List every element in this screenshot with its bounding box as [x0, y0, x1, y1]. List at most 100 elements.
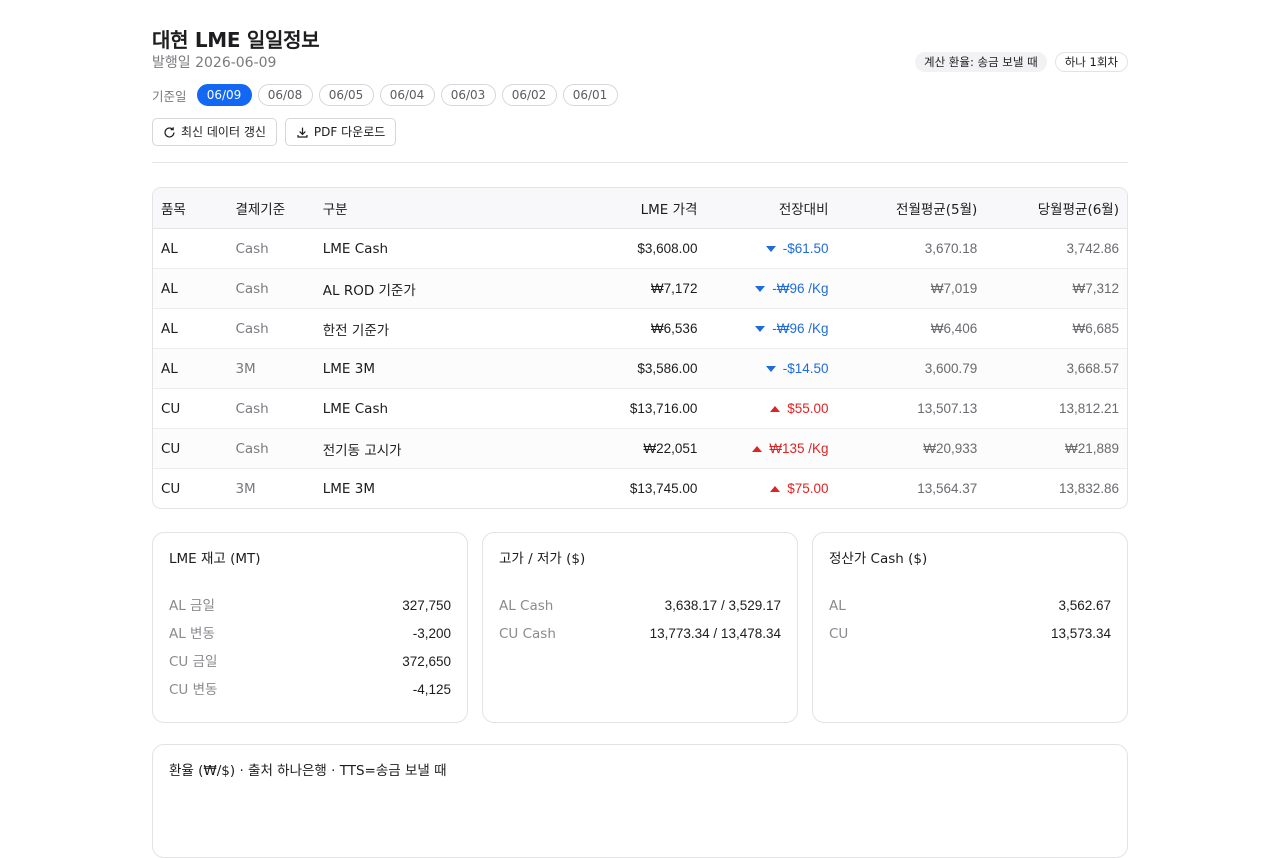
issue-date-line: 발행일 2026-06-09	[152, 52, 276, 72]
fx-round-badge: 하나 1회차	[1054, 52, 1128, 72]
cell-change: ₩135 /Kg	[697, 428, 837, 469]
card-row-label: AL Cash	[499, 598, 554, 614]
cell-type: LME Cash	[322, 388, 516, 429]
card-row: CU 13,573.34	[829, 620, 1111, 648]
cell-lme-price: $3,608.00	[515, 228, 698, 269]
card-row-label: CU 변동	[169, 682, 218, 698]
date-chip[interactable]: 06/03	[440, 84, 496, 106]
card-row: AL 3,562.67	[829, 592, 1111, 620]
card-row-value: -3,200	[412, 626, 451, 641]
col-type: 구분	[322, 188, 516, 229]
table-row: CU Cash LME Cash $13,716.00 $55.00 13,507.13 1…	[153, 388, 1127, 429]
table-row: AL Cash 한전 기준가 ₩6,536 -₩96 /Kg ₩6,406 ₩6,685	[153, 308, 1127, 349]
col-lme-price: LME 가격	[515, 188, 698, 229]
date-chip[interactable]: 06/05	[318, 84, 374, 106]
cell-item: AL	[153, 228, 236, 269]
high-low-card: 고가 / 저가 ($) AL Cash 3,638.17 / 3,529.17 C…	[482, 532, 798, 723]
cell-change: -₩96 /Kg	[697, 308, 837, 349]
cell-change-value: $55.00	[787, 401, 829, 416]
col-change: 전장대비	[697, 188, 837, 229]
date-selector-label: 기준일	[152, 88, 187, 104]
card-row-value: 13,773.34 / 13,478.34	[649, 626, 781, 641]
card-title: LME 재고 (MT)	[169, 551, 261, 567]
card-row-value: 327,750	[402, 598, 451, 613]
card-row: AL Cash 3,638.17 / 3,529.17	[499, 592, 781, 620]
cell-prev-avg: 13,507.13	[836, 388, 978, 429]
card-title: 고가 / 저가 ($)	[499, 551, 586, 567]
cell-lme-price: ₩7,172	[515, 268, 698, 309]
date-chip[interactable]: 06/01	[562, 84, 618, 106]
fx-basis-badge: 계산 환율: 송금 보낼 때	[914, 52, 1047, 72]
cell-lme-price: ₩22,051	[515, 428, 698, 469]
cell-cur-avg: 13,812.21	[977, 388, 1127, 429]
refresh-button[interactable]: 최신 데이터 갱신	[152, 118, 277, 146]
cell-basis: 3M	[235, 348, 323, 389]
card-row-value: 3,562.67	[1058, 598, 1111, 613]
badge-group: 계산 환율: 송금 보낼 때 하나 1회차	[914, 52, 1128, 72]
cell-prev-avg: ₩6,406	[836, 308, 978, 349]
cell-type: LME Cash	[322, 228, 516, 269]
cell-change: -$61.50	[697, 228, 837, 269]
cell-cur-avg: ₩21,889	[977, 428, 1127, 469]
cell-change: $75.00	[697, 469, 836, 509]
col-prev-avg: 전월평균(5월)	[836, 188, 978, 229]
card-row-label: AL	[829, 598, 846, 614]
card-row: AL 금일 327,750	[169, 592, 451, 620]
inventory-card: LME 재고 (MT) AL 금일 327,750 AL 변동 -3,200 CU …	[152, 532, 468, 723]
cell-change: -₩96 /Kg	[697, 268, 837, 309]
card-row-label: AL 변동	[169, 626, 215, 642]
table-row: AL 3M LME 3M $3,586.00 -$14.50 3,600.79 3,668.…	[153, 348, 1127, 389]
cell-change-value: -$61.50	[782, 241, 829, 256]
cell-cur-avg: ₩7,312	[977, 268, 1127, 309]
col-cur-avg: 당월평균(6월)	[977, 188, 1127, 229]
cell-type: AL ROD 기준가	[322, 268, 516, 309]
card-row-value: -4,125	[412, 682, 451, 697]
table-header-row: 품목 결제기준 구분 LME 가격 전장대비 전월평균(5월) 당월평균(6월)	[153, 188, 1127, 229]
cell-lme-price: $13,716.00	[515, 388, 698, 429]
header-divider	[152, 162, 1128, 163]
cell-basis: Cash	[235, 308, 323, 349]
page-title: 대현 LME 일일정보	[152, 28, 320, 52]
settlement-card: 정산가 Cash ($) AL 3,562.67 CU 13,573.34	[812, 532, 1128, 723]
cell-change-value: ₩135 /Kg	[769, 441, 829, 456]
date-selector: 기준일 06/09 06/08 06/05 06/04 06/03 06/02 …	[152, 84, 618, 106]
refresh-button-label: 최신 데이터 갱신	[181, 125, 266, 139]
triangle-down-icon	[765, 366, 776, 373]
date-chip[interactable]: 06/02	[501, 84, 557, 106]
cell-lme-price: $3,586.00	[515, 348, 698, 389]
cell-basis: Cash	[235, 428, 323, 469]
action-bar: 최신 데이터 갱신 PDF 다운로드	[152, 118, 397, 146]
cell-type: 전기동 고시가	[322, 428, 516, 469]
download-icon	[297, 127, 308, 138]
date-chip[interactable]: 06/04	[379, 84, 435, 106]
cell-change-value: $75.00	[787, 481, 829, 496]
issue-date: 2026-06-09	[195, 55, 277, 71]
col-item: 품목	[153, 188, 236, 229]
card-row-label: CU 금일	[169, 654, 218, 670]
card-row-label: CU Cash	[499, 626, 556, 642]
card-row: CU Cash 13,773.34 / 13,478.34	[499, 620, 781, 648]
cell-prev-avg: 3,600.79	[836, 348, 978, 389]
cell-basis: Cash	[235, 388, 323, 429]
card-row-label: AL 금일	[169, 598, 215, 614]
card-row-label: CU	[829, 626, 849, 642]
cell-item: CU	[153, 388, 236, 429]
date-chip[interactable]: 06/09	[196, 84, 252, 106]
date-chip[interactable]: 06/08	[257, 84, 313, 106]
cell-type: LME 3M	[322, 480, 375, 497]
pdf-download-button[interactable]: PDF 다운로드	[284, 118, 397, 146]
cell-change-value: -₩96 /Kg	[772, 321, 829, 336]
cell-prev-avg: 3,670.18	[836, 228, 978, 269]
table-row: AL Cash LME Cash $3,608.00 -$61.50 3,670.18 3,…	[153, 228, 1127, 269]
cell-change: $55.00	[697, 388, 837, 429]
pdf-download-label: PDF 다운로드	[313, 125, 386, 139]
cell-lme-price: ₩6,536	[515, 308, 698, 349]
cell-basis: 3M	[235, 480, 256, 497]
col-basis: 결제기준	[235, 188, 323, 229]
triangle-up-icon	[770, 486, 781, 493]
cell-type: 한전 기준가	[322, 308, 516, 349]
cell-basis: Cash	[235, 268, 323, 309]
card-row: CU 금일 372,650	[169, 648, 451, 676]
cell-cur-avg: 3,742.86	[977, 228, 1127, 269]
cell-item: AL	[153, 348, 236, 389]
